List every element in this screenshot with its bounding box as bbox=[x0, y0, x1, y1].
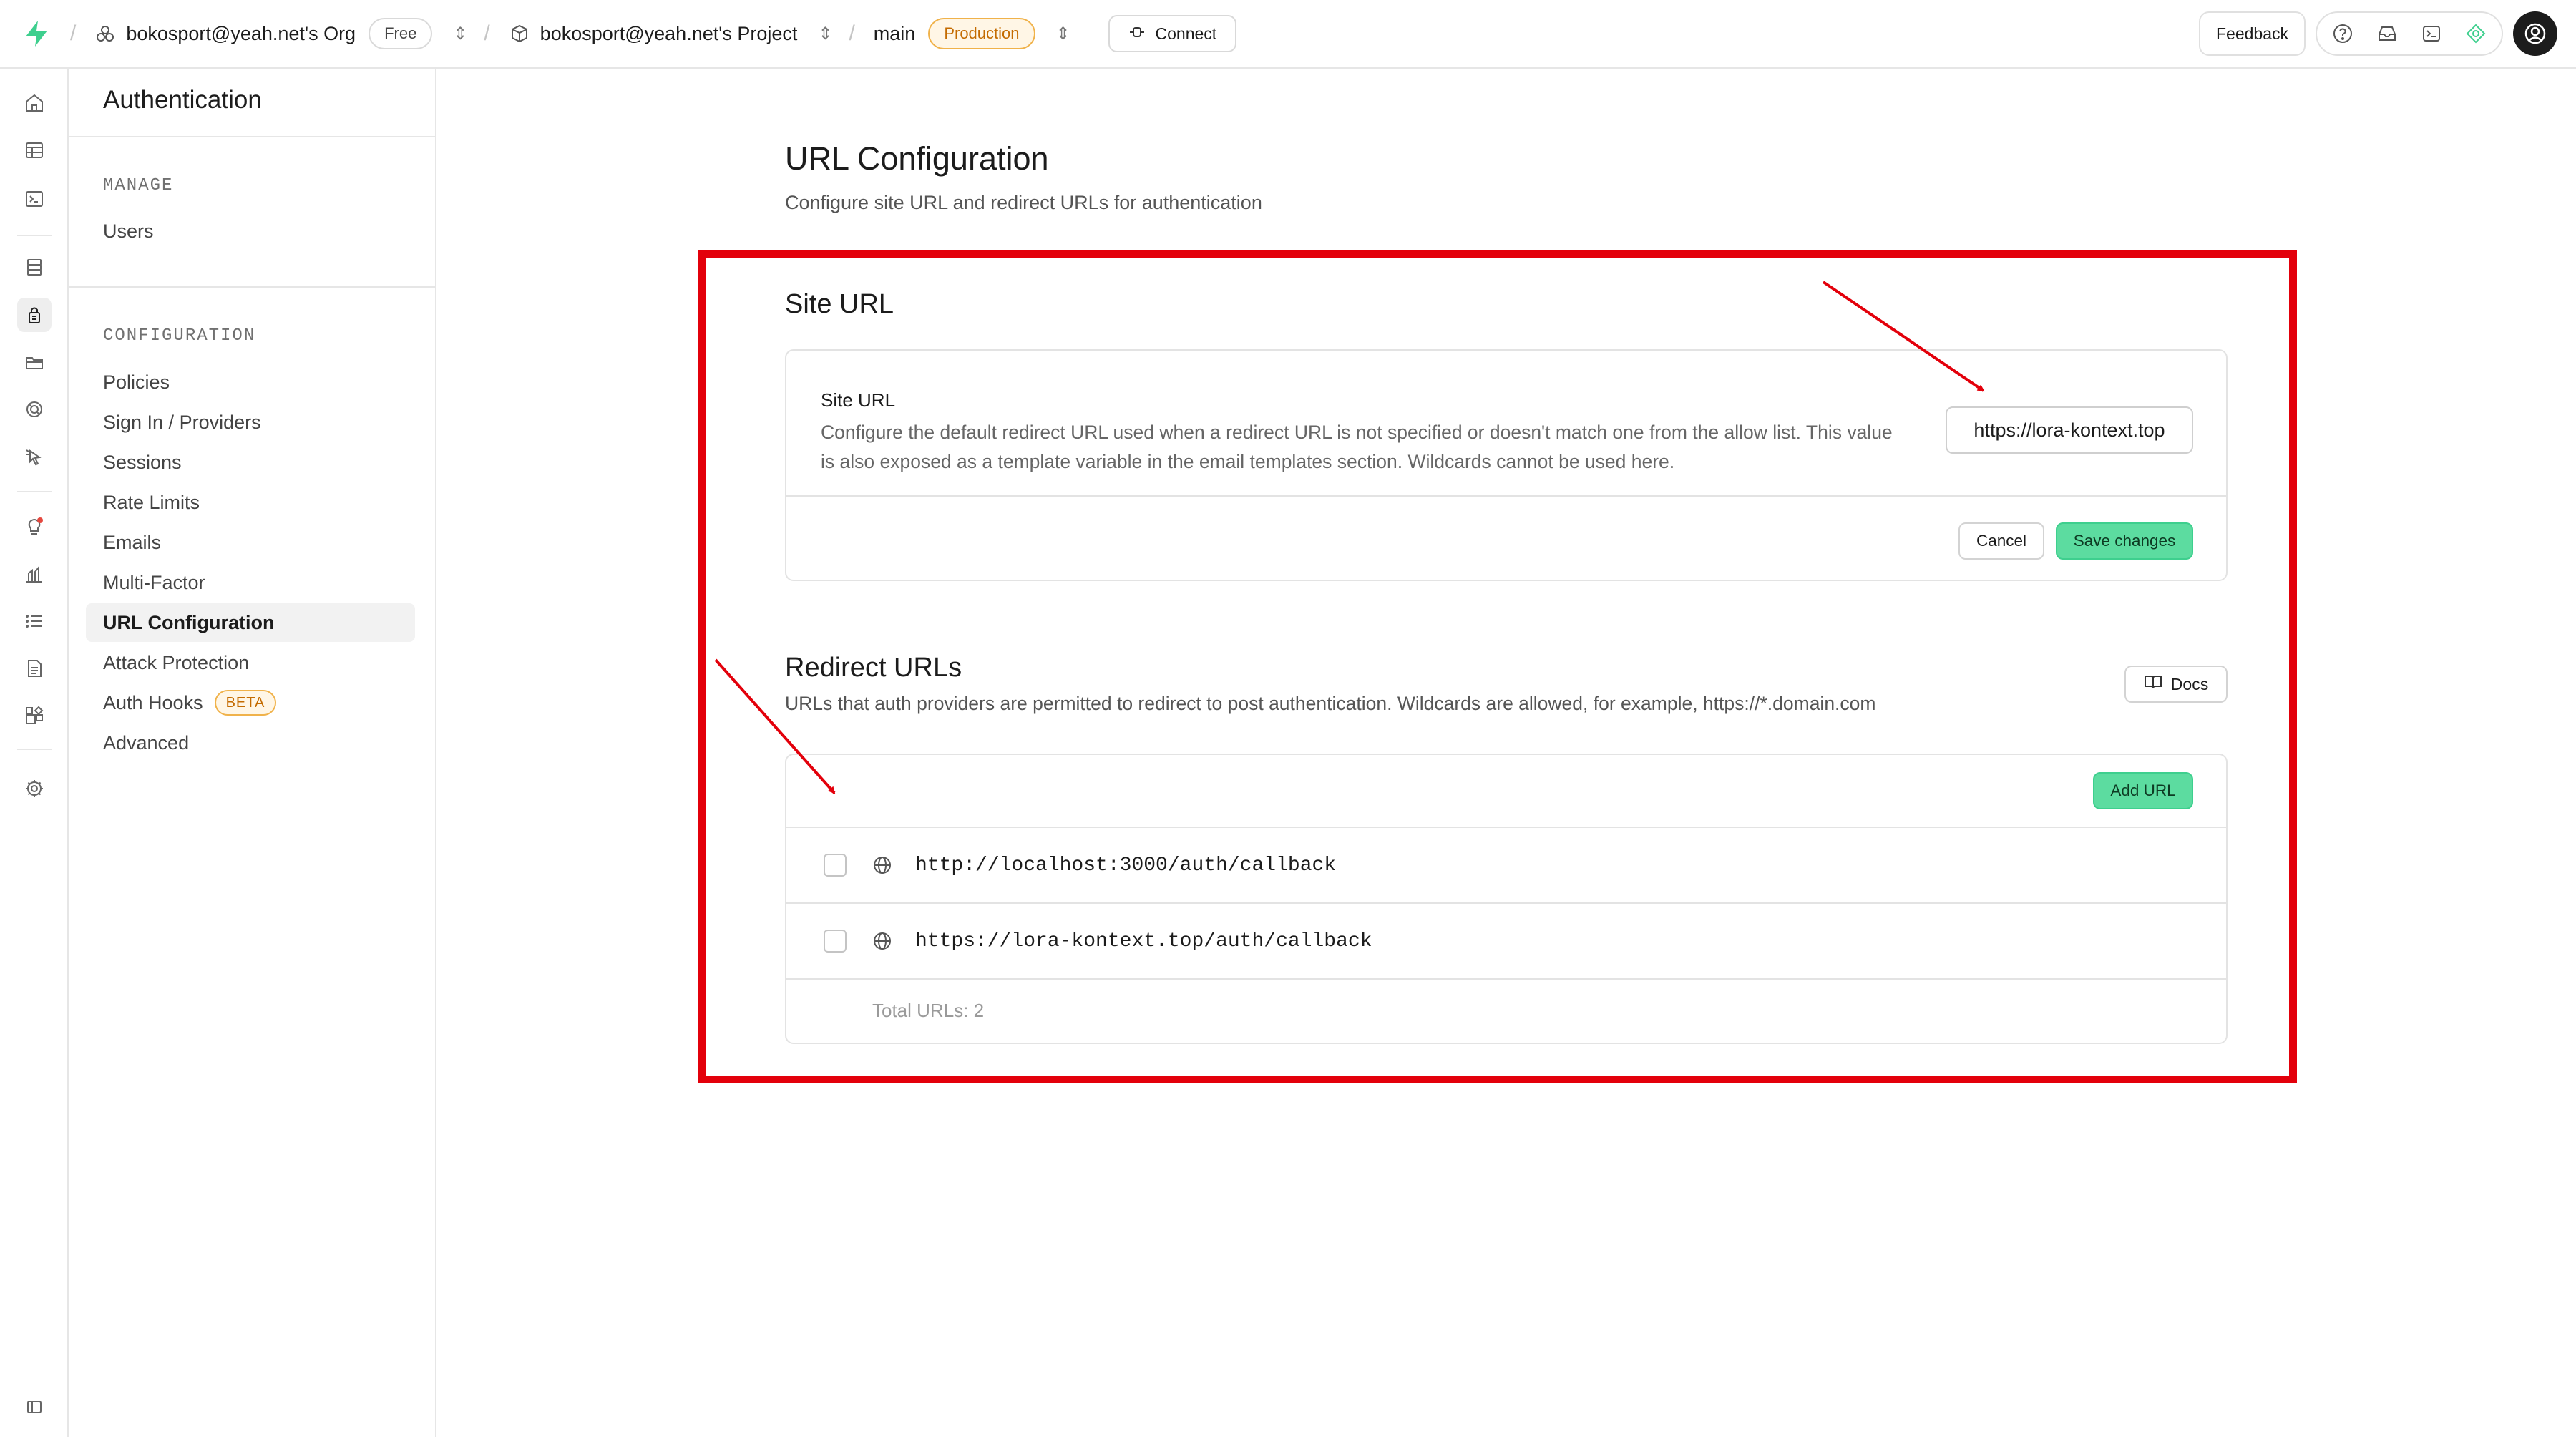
beta-badge: BETA bbox=[214, 690, 277, 716]
sidebar-item-sign-in-providers[interactable]: Sign In / Providers bbox=[86, 403, 415, 442]
url-checkbox[interactable] bbox=[824, 930, 847, 953]
docs-button[interactable]: Docs bbox=[2124, 666, 2228, 703]
org-name: bokosport@yeah.net's Org bbox=[126, 22, 356, 44]
collapse-sidebar-icon[interactable] bbox=[17, 1390, 52, 1424]
breadcrumb-separator: / bbox=[70, 21, 77, 45]
database-icon[interactable] bbox=[17, 250, 52, 285]
sidebar-item-policies[interactable]: Policies bbox=[86, 363, 415, 401]
globe-icon bbox=[871, 930, 894, 953]
reports-icon[interactable] bbox=[17, 557, 52, 591]
site-url-section-title: Site URL bbox=[785, 289, 894, 319]
top-icon-group bbox=[2316, 11, 2503, 56]
feedback-button[interactable]: Feedback bbox=[2198, 11, 2306, 56]
sql-editor-icon[interactable] bbox=[17, 182, 52, 216]
advisor-icon[interactable] bbox=[2460, 18, 2492, 49]
project-switcher-chevron-icon[interactable]: ⇕ bbox=[817, 24, 833, 44]
plug-icon bbox=[1128, 24, 1146, 44]
site-url-description: Configure the default redirect URL used … bbox=[821, 422, 1893, 472]
inbox-icon[interactable] bbox=[2371, 18, 2403, 49]
org-switcher-chevron-icon[interactable]: ⇕ bbox=[452, 24, 468, 44]
add-url-button[interactable]: Add URL bbox=[2093, 772, 2193, 809]
rail-divider bbox=[17, 749, 52, 750]
storage-icon[interactable] bbox=[17, 345, 52, 379]
docs-label: Docs bbox=[2170, 674, 2209, 693]
sidebar-item-emails[interactable]: Emails bbox=[86, 523, 415, 562]
total-urls-count: Total URLs: 2 bbox=[872, 1000, 985, 1021]
authentication-icon[interactable] bbox=[17, 298, 52, 332]
auth-sidebar: Authentication MANAGE Users CONFIGURATIO… bbox=[69, 69, 436, 1437]
sidebar-item-users[interactable]: Users bbox=[86, 212, 415, 250]
breadcrumb-separator: / bbox=[484, 21, 490, 45]
api-docs-icon[interactable] bbox=[17, 651, 52, 686]
sidebar-heading-configuration: CONFIGURATION bbox=[103, 326, 256, 346]
rail-divider bbox=[17, 235, 52, 236]
project-name: bokosport@yeah.net's Project bbox=[540, 22, 798, 44]
breadcrumb-branch[interactable]: main Production bbox=[874, 18, 1035, 49]
supabase-logo-icon[interactable] bbox=[19, 16, 54, 52]
connect-button[interactable]: Connect bbox=[1108, 15, 1237, 52]
page-title: URL Configuration bbox=[785, 140, 1049, 177]
terminal-icon[interactable] bbox=[2416, 18, 2447, 49]
top-bar: / bokosport@yeah.net's Org Free ⇕ / boko… bbox=[0, 0, 2576, 69]
breadcrumb-project[interactable]: bokosport@yeah.net's Project bbox=[509, 22, 798, 45]
redirect-urls-section-title: Redirect URLs bbox=[785, 653, 962, 683]
list-item: https://lora-kontext.top/auth/callback bbox=[786, 904, 2226, 978]
sidebar-divider bbox=[69, 286, 435, 288]
org-plan-badge: Free bbox=[369, 18, 433, 49]
icon-rail bbox=[0, 69, 69, 1437]
sidebar-title: Authentication bbox=[103, 86, 262, 114]
connect-label: Connect bbox=[1155, 24, 1217, 43]
help-icon[interactable] bbox=[2327, 18, 2358, 49]
org-icon bbox=[94, 23, 116, 44]
sidebar-item-multi-factor[interactable]: Multi-Factor bbox=[86, 563, 415, 602]
advisors-icon[interactable] bbox=[17, 510, 52, 544]
settings-icon[interactable] bbox=[17, 771, 52, 806]
branch-name: main bbox=[873, 22, 916, 44]
sidebar-item-label: Auth Hooks bbox=[103, 691, 203, 713]
sidebar-item-attack-protection[interactable]: Attack Protection bbox=[86, 643, 415, 682]
site-url-card: Site URL Configure the default redirect … bbox=[785, 349, 2228, 581]
url-checkbox[interactable] bbox=[824, 854, 847, 877]
top-right-actions: Feedback bbox=[2198, 11, 2557, 56]
row-divider bbox=[786, 978, 2226, 980]
redirect-urls-card: Add URL http://localhost:3000/auth/callb… bbox=[785, 754, 2228, 1044]
card-divider bbox=[786, 495, 2226, 497]
redirect-url-text: https://lora-kontext.top/auth/callback bbox=[915, 930, 1372, 953]
list-item: http://localhost:3000/auth/callback bbox=[786, 828, 2226, 902]
sidebar-item-rate-limits[interactable]: Rate Limits bbox=[86, 483, 415, 522]
redirect-urls-description: URLs that auth providers are permitted t… bbox=[785, 693, 1876, 714]
logs-icon[interactable] bbox=[17, 604, 52, 638]
integrations-icon[interactable] bbox=[17, 698, 52, 733]
realtime-icon[interactable] bbox=[17, 439, 52, 474]
cancel-button[interactable]: Cancel bbox=[1958, 522, 2044, 560]
sidebar-item-advanced[interactable]: Advanced bbox=[86, 724, 415, 762]
environment-badge: Production bbox=[928, 18, 1035, 49]
sidebar-item-url-configuration[interactable]: URL Configuration bbox=[86, 603, 415, 642]
book-icon bbox=[2144, 674, 2162, 694]
edge-functions-icon[interactable] bbox=[17, 392, 52, 427]
branch-switcher-chevron-icon[interactable]: ⇕ bbox=[1055, 24, 1071, 44]
sidebar-item-sessions[interactable]: Sessions bbox=[86, 443, 415, 482]
page-subtitle: Configure site URL and redirect URLs for… bbox=[785, 192, 1262, 213]
rail-divider bbox=[17, 491, 52, 492]
globe-icon bbox=[871, 854, 894, 877]
breadcrumb-separator: / bbox=[849, 21, 855, 45]
home-icon[interactable] bbox=[17, 86, 52, 120]
sidebar-item-auth-hooks[interactable]: Auth Hooks BETA bbox=[86, 683, 415, 722]
site-url-field-label: Site URL bbox=[821, 389, 896, 411]
sidebar-divider bbox=[69, 136, 435, 137]
project-box-icon bbox=[509, 23, 530, 44]
sidebar-heading-manage: MANAGE bbox=[103, 176, 174, 195]
table-editor-icon[interactable] bbox=[17, 133, 52, 167]
breadcrumb-org[interactable]: bokosport@yeah.net's Org Free bbox=[94, 18, 433, 49]
avatar[interactable] bbox=[2513, 11, 2557, 56]
redirect-url-text: http://localhost:3000/auth/callback bbox=[915, 854, 1337, 877]
site-url-input[interactable] bbox=[1946, 406, 2193, 454]
save-changes-button[interactable]: Save changes bbox=[2056, 522, 2193, 560]
